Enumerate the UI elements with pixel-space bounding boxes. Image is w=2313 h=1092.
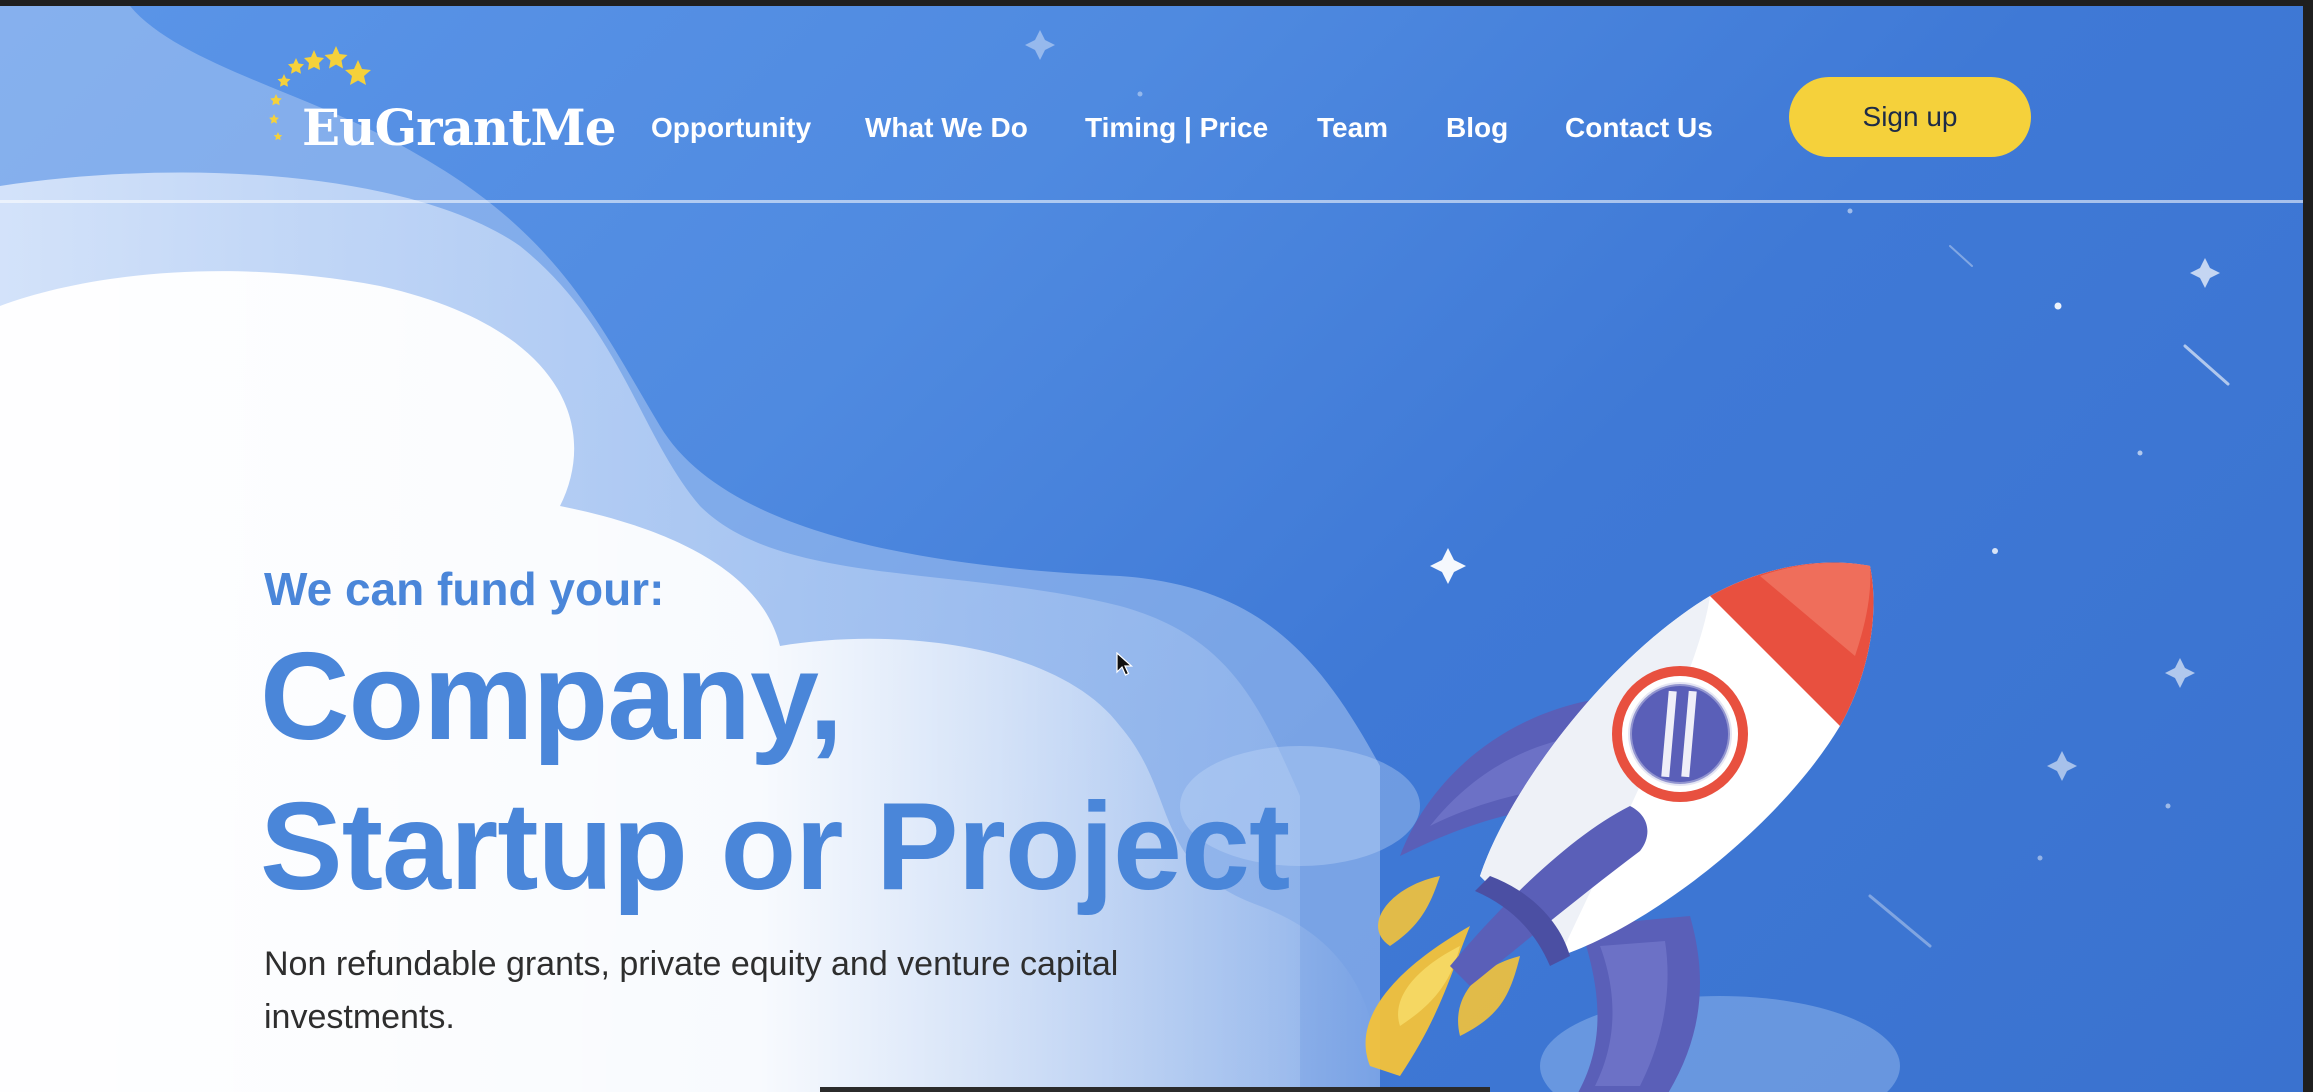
- hero-subtitle: Non refundable grants, private equity an…: [264, 945, 1119, 1036]
- hero-headline-line2: Startup or Project: [260, 778, 1290, 916]
- rocket-illustration: [1365, 562, 1874, 1092]
- brand-name: EuGrantMe: [302, 98, 617, 157]
- nav-blog[interactable]: Blog: [1446, 112, 1508, 144]
- mouse-cursor-icon: [1116, 652, 1134, 676]
- video-player-bar: [820, 1087, 1490, 1092]
- screen-frame: EuGrantMe Opportunity What We Do Timing …: [0, 0, 2313, 1092]
- nav-timing-price[interactable]: Timing | Price: [1085, 112, 1268, 144]
- hero-eyebrow: We can fund your:: [264, 563, 665, 615]
- nav-opportunity[interactable]: Opportunity: [651, 112, 811, 144]
- brand-logo[interactable]: EuGrantMe: [262, 42, 617, 162]
- landing-page: EuGrantMe Opportunity What We Do Timing …: [0, 6, 2313, 1092]
- rocket-icon: [1365, 562, 1874, 1092]
- hero-headline-line1: Company,: [260, 628, 843, 766]
- top-navbar: EuGrantMe Opportunity What We Do Timing …: [0, 6, 2313, 203]
- sign-up-button[interactable]: Sign up: [1789, 77, 2031, 157]
- nav-team[interactable]: Team: [1317, 112, 1388, 144]
- nav-what-we-do[interactable]: What We Do: [865, 112, 1028, 144]
- screen-edge: [2303, 0, 2313, 1092]
- nav-contact-us[interactable]: Contact Us: [1565, 112, 1713, 144]
